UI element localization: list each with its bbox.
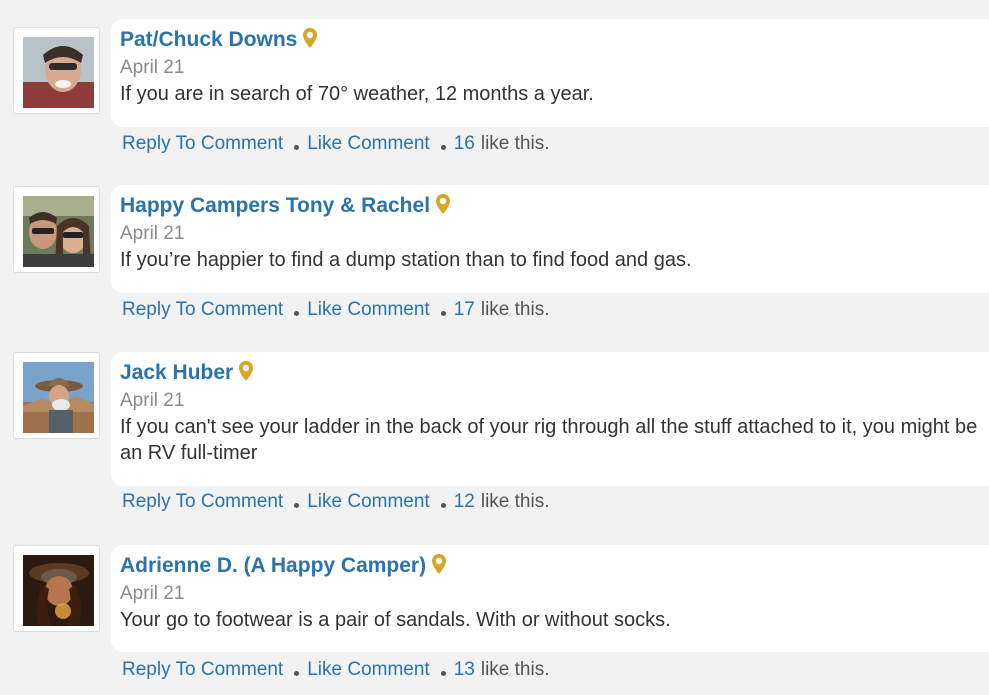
- reply-to-comment-link[interactable]: Reply To Comment: [122, 659, 283, 681]
- like-count-suffix: like this.: [480, 299, 550, 320]
- like-comment-link[interactable]: Like Comment: [307, 133, 430, 155]
- comment-text: Your go to footwear is a pair of sandals…: [120, 609, 671, 631]
- separator-dot: [294, 670, 300, 676]
- like-count[interactable]: 17: [454, 299, 475, 321]
- separator-dot: [440, 310, 446, 316]
- separator-dot: [294, 502, 300, 508]
- comment-bubble: Pat/Chuck Downs April 21 If you are in s…: [111, 19, 989, 127]
- reply-to-comment-link[interactable]: Reply To Comment: [122, 299, 283, 321]
- reply-to-comment-link[interactable]: Reply To Comment: [122, 133, 283, 155]
- reply-to-comment-link[interactable]: Reply To Comment: [122, 491, 283, 513]
- separator-dot: [440, 502, 446, 508]
- map-pin-icon[interactable]: [436, 194, 451, 214]
- like-comment-link[interactable]: Like Comment: [307, 659, 430, 681]
- comment-date: April 21: [120, 583, 185, 604]
- avatar[interactable]: [23, 555, 94, 626]
- like-count[interactable]: 12: [454, 491, 475, 513]
- comment-bubble: Happy Campers Tony & Rachel April 21 If …: [111, 185, 989, 293]
- map-pin-icon[interactable]: [239, 361, 254, 381]
- avatar-frame[interactable]: [13, 352, 100, 439]
- comment-text: If you’re happier to find a dump station…: [120, 249, 692, 271]
- separator-dot: [294, 144, 300, 150]
- map-pin-icon[interactable]: [303, 28, 318, 48]
- comment-actions: Reply To Comment Like Comment 17 like th…: [122, 299, 550, 321]
- comment-actions: Reply To Comment Like Comment 16 like th…: [122, 133, 550, 155]
- comment-date: April 21: [120, 223, 185, 244]
- like-count-suffix: like this.: [480, 491, 550, 512]
- avatar[interactable]: [23, 362, 94, 433]
- like-comment-link[interactable]: Like Comment: [307, 299, 430, 321]
- like-count-suffix: like this.: [480, 659, 550, 680]
- avatar[interactable]: [23, 196, 94, 267]
- comment-date: April 21: [120, 390, 185, 411]
- author-name[interactable]: Jack Huber: [120, 360, 233, 386]
- like-comment-link[interactable]: Like Comment: [307, 491, 430, 513]
- separator-dot: [440, 670, 446, 676]
- author-name[interactable]: Pat/Chuck Downs: [120, 27, 297, 53]
- separator-dot: [440, 144, 446, 150]
- comment-bubble: Jack Huber April 21 If you can't see you…: [111, 352, 989, 486]
- comment-text: If you can't see your ladder in the back…: [120, 416, 978, 464]
- like-count[interactable]: 16: [454, 133, 475, 155]
- avatar-frame[interactable]: [13, 186, 100, 273]
- like-count-suffix: like this.: [480, 133, 550, 154]
- comment-bubble: Adrienne D. (A Happy Camper) April 21 Yo…: [111, 545, 989, 652]
- comment-date: April 21: [120, 57, 185, 78]
- avatar-frame[interactable]: [13, 27, 100, 114]
- author-name[interactable]: Adrienne D. (A Happy Camper): [120, 553, 426, 579]
- author-name[interactable]: Happy Campers Tony & Rachel: [120, 193, 430, 219]
- comment-text: If you are in search of 70° weather, 12 …: [120, 83, 594, 105]
- like-count[interactable]: 13: [454, 659, 475, 681]
- avatar-frame[interactable]: [13, 545, 100, 632]
- comment-actions: Reply To Comment Like Comment 13 like th…: [122, 659, 550, 681]
- comment-actions: Reply To Comment Like Comment 12 like th…: [122, 491, 550, 513]
- separator-dot: [294, 310, 300, 316]
- avatar[interactable]: [23, 37, 94, 108]
- map-pin-icon[interactable]: [432, 554, 447, 574]
